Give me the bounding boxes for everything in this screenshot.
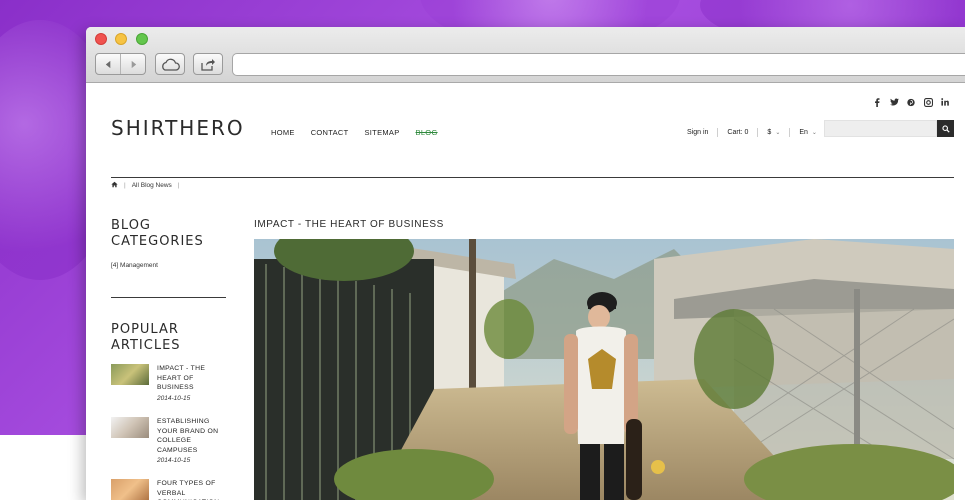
article-title[interactable]: ESTABLISHING YOUR BRAND ON COLLEGE CAMPU…	[157, 417, 227, 455]
sign-in-link[interactable]: Sign in	[687, 129, 708, 136]
search-button[interactable]	[937, 120, 954, 137]
search-icon	[941, 124, 950, 133]
share-icon	[201, 58, 215, 71]
breadcrumb-separator: |	[124, 182, 126, 189]
back-button[interactable]	[96, 54, 121, 74]
sidebar-divider	[111, 297, 226, 298]
web-page: SHIRTHERO HOME CONTACT SITEMAP BLOG Sign…	[86, 83, 965, 500]
language-value: En	[799, 129, 808, 136]
breadcrumb: | All Blog News |	[111, 181, 186, 190]
divider	[717, 128, 719, 137]
header-divider	[111, 177, 954, 178]
alley-skateboarder-photo	[254, 239, 954, 500]
divider	[757, 128, 759, 137]
post-title: IMPACT - THE HEART OF BUSINESS	[254, 219, 444, 230]
popular-article[interactable]: FOUR TYPES OF VERBAL COMMUNICATION 2014-…	[111, 479, 231, 500]
share-button[interactable]	[193, 53, 223, 75]
categories-heading: BLOG CATEGORIES	[111, 218, 204, 249]
nav-blog[interactable]: BLOG	[416, 128, 438, 137]
popular-article[interactable]: ESTABLISHING YOUR BRAND ON COLLEGE CAMPU…	[111, 417, 231, 464]
category-link[interactable]: [4] Management	[111, 262, 158, 269]
article-text: IMPACT - THE HEART OF BUSINESS 2014-10-1…	[157, 364, 227, 402]
search-form	[824, 120, 954, 137]
browser-toolbar	[86, 27, 965, 83]
post-hero-image	[254, 239, 954, 500]
article-title[interactable]: IMPACT - THE HEART OF BUSINESS	[157, 364, 227, 393]
background-decoration	[0, 435, 90, 500]
article-thumbnail[interactable]	[111, 417, 149, 438]
article-title[interactable]: FOUR TYPES OF VERBAL COMMUNICATION	[157, 479, 227, 500]
popular-article[interactable]: IMPACT - THE HEART OF BUSINESS 2014-10-1…	[111, 364, 231, 402]
linkedin-icon[interactable]	[940, 97, 950, 107]
divider	[789, 128, 791, 137]
cart-link[interactable]: Cart: 0	[727, 129, 748, 136]
site-logo[interactable]: SHIRTHERO	[111, 116, 245, 140]
article-date: 2014-10-15	[157, 457, 191, 464]
language-selector[interactable]: En ⌄	[799, 129, 817, 136]
article-text: ESTABLISHING YOUR BRAND ON COLLEGE CAMPU…	[157, 417, 227, 464]
instagram-icon[interactable]	[923, 97, 933, 107]
close-window-button[interactable]	[95, 33, 107, 45]
social-links	[872, 97, 950, 107]
nav-home[interactable]: HOME	[271, 128, 295, 137]
forward-arrow-icon	[131, 60, 136, 68]
account-bar: Sign in Cart: 0 $ ⌄ En ⌄	[687, 128, 817, 137]
back-arrow-icon	[105, 60, 110, 68]
home-icon[interactable]	[111, 181, 118, 190]
nav-contact[interactable]: CONTACT	[311, 128, 349, 137]
nav-sitemap[interactable]: SITEMAP	[365, 128, 400, 137]
search-input[interactable]	[824, 120, 937, 137]
history-nav	[95, 53, 146, 75]
breadcrumb-item[interactable]: All Blog News	[132, 182, 172, 189]
breadcrumb-separator: |	[177, 182, 180, 189]
pinterest-icon[interactable]	[906, 97, 916, 107]
article-thumbnail[interactable]	[111, 364, 149, 385]
minimize-window-button[interactable]	[115, 33, 127, 45]
cloud-button[interactable]	[155, 53, 185, 75]
main-navigation: HOME CONTACT SITEMAP BLOG	[271, 128, 454, 137]
maximize-window-button[interactable]	[136, 33, 148, 45]
article-thumbnail[interactable]	[111, 479, 149, 500]
facebook-icon[interactable]	[872, 97, 882, 107]
article-date: 2014-10-15	[157, 394, 191, 402]
browser-window: SHIRTHERO HOME CONTACT SITEMAP BLOG Sign…	[86, 27, 965, 500]
twitter-icon[interactable]	[889, 97, 899, 107]
article-text: FOUR TYPES OF VERBAL COMMUNICATION 2014-…	[157, 479, 227, 500]
forward-button[interactable]	[121, 54, 145, 74]
cloud-icon	[162, 58, 180, 71]
address-bar[interactable]	[232, 53, 965, 76]
chevron-down-icon: ⌄	[811, 130, 817, 136]
currency-value: $	[767, 129, 772, 136]
popular-articles-heading: POPULAR ARTICLES	[111, 322, 181, 353]
currency-selector[interactable]: $ ⌄	[767, 129, 780, 136]
chevron-down-icon: ⌄	[775, 130, 781, 136]
